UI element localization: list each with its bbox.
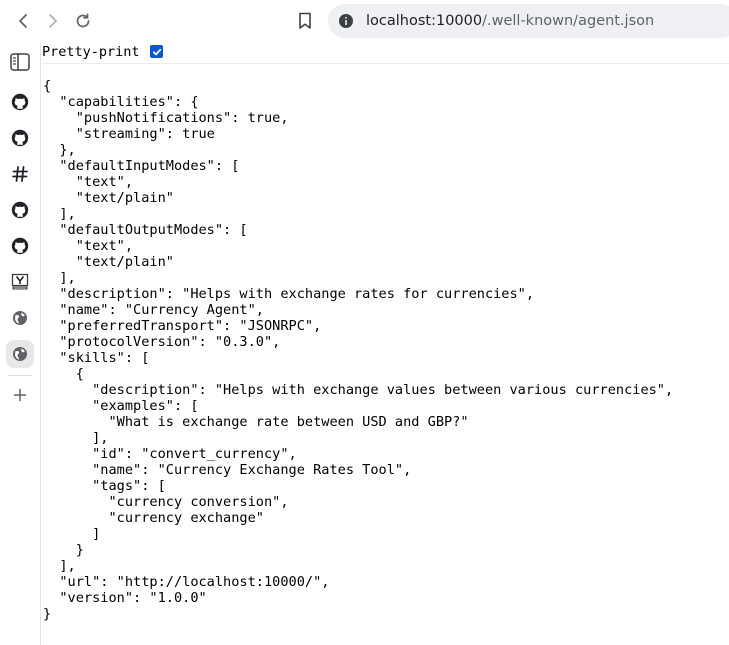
back-button[interactable] [10,8,36,34]
hashtag-icon [12,166,28,182]
sidebar [0,42,41,645]
github-icon [11,237,29,255]
url-host: localhost:10000 [366,13,483,29]
ycombinator-icon [11,273,29,290]
plus-icon [13,388,27,402]
sidebar-item-ycombinator[interactable] [6,268,34,296]
github-icon [11,201,29,219]
forward-button[interactable] [40,8,66,34]
sidebar-item-hashtag[interactable] [6,160,34,188]
chevron-right-icon [49,14,57,28]
pretty-print-checkbox[interactable] [150,45,163,58]
url-text[interactable]: localhost:10000/.well-known/agent.json [366,4,654,38]
sidebar-add-button[interactable] [6,381,34,409]
address-bar[interactable]: localhost:10000/.well-known/agent.json [328,4,729,38]
sidebar-divider [8,375,32,376]
pretty-print-label[interactable]: Pretty-print [42,43,140,61]
bookmark-button[interactable] [292,8,318,34]
chevron-left-icon [19,14,27,28]
bookmark-icon [299,12,311,29]
sidebar-item-github-2[interactable] [6,124,34,152]
sidebar-item-github-4[interactable] [6,232,34,260]
side-panel-icon [10,53,30,71]
side-panel-button[interactable] [6,48,34,76]
reload-icon [76,13,90,28]
url-path: /.well-known/agent.json [482,13,655,29]
sidebar-item-globe-1[interactable] [6,304,34,332]
json-content: { "capabilities": { "pushNotifications":… [43,78,674,622]
sidebar-item-github-3[interactable] [6,196,34,224]
globe-icon [13,311,27,325]
browser-toolbar: localhost:10000/.well-known/agent.json [0,0,729,42]
globe-icon [13,347,27,361]
sidebar-item-globe-2[interactable] [6,340,34,368]
github-icon [11,129,29,147]
pretty-print-bar: Pretty-print [42,42,729,64]
reload-button[interactable] [70,8,96,34]
checkmark-icon [152,48,161,55]
site-info-icon[interactable] [338,13,354,29]
sidebar-item-github-1[interactable] [6,88,34,116]
json-viewer: Pretty-print { "capabilities": { "pushNo… [41,42,729,645]
github-icon [11,93,29,111]
